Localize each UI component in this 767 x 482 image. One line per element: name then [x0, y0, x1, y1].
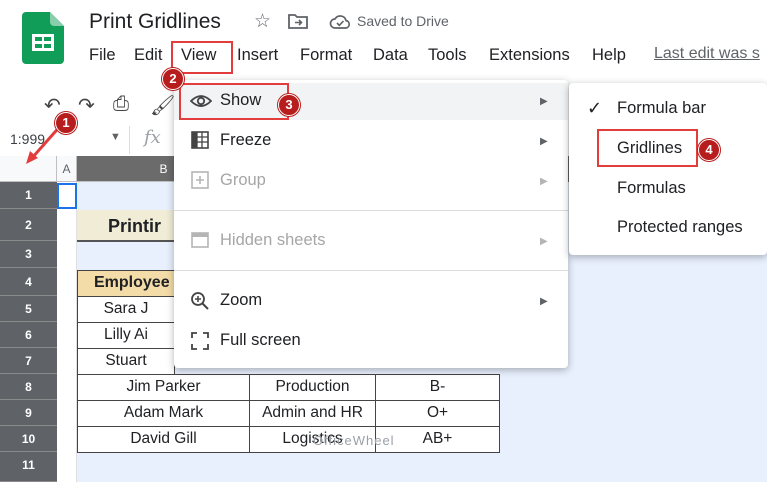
menu-edit[interactable]: Edit — [134, 46, 162, 65]
menu-item-freeze[interactable]: Freeze — [220, 131, 271, 150]
step-badge-1: 1 — [55, 112, 77, 134]
paint-format-icon[interactable]: 🖌 — [150, 93, 175, 118]
watermark: OfficeWheel — [313, 433, 395, 448]
row-header-7[interactable]: 7 — [0, 348, 57, 374]
redo-icon[interactable]: ↷ — [78, 93, 95, 118]
step-badge-4: 4 — [698, 139, 720, 161]
checkmark-icon: ✓ — [587, 98, 603, 118]
table-cell-name[interactable]: Stuart — [77, 348, 175, 375]
step-badge-3: 3 — [278, 94, 300, 116]
menu-extensions[interactable]: Extensions — [489, 46, 570, 65]
highlight-view-menu — [171, 41, 233, 74]
fx-icon: fx — [144, 127, 161, 148]
row-header-8[interactable]: 8 — [0, 374, 57, 400]
row-header-6[interactable]: 6 — [0, 322, 57, 348]
row-header-4[interactable]: 4 — [0, 268, 57, 296]
step-badge-2: 2 — [162, 68, 184, 90]
submenu-arrow-icon: ▶ — [540, 236, 548, 247]
menu-file[interactable]: File — [89, 46, 116, 65]
cloud-saved-icon — [329, 15, 350, 29]
row-header-11[interactable]: 11 — [0, 452, 57, 482]
print-icon[interactable]: ⎙ — [113, 93, 129, 116]
submenu-item-formulas[interactable]: Formulas — [617, 179, 686, 198]
row-header-2[interactable]: 2 — [0, 209, 57, 241]
table-cell-blood[interactable]: O+ — [375, 400, 500, 427]
menu-divider — [174, 210, 568, 211]
submenu-arrow-icon: ▶ — [540, 176, 548, 187]
menu-item-group: Group — [220, 171, 266, 189]
row-header-9[interactable]: 9 — [0, 400, 57, 426]
row-header-10[interactable]: 10 — [0, 426, 57, 452]
submenu-item-protected-ranges[interactable]: Protected ranges — [617, 218, 743, 237]
menu-data[interactable]: Data — [373, 46, 408, 65]
group-icon — [191, 171, 209, 189]
menu-item-full-screen[interactable]: Full screen — [220, 331, 301, 350]
hidden-sheets-icon — [191, 232, 209, 248]
menu-format[interactable]: Format — [300, 46, 352, 65]
row-header-3[interactable]: 3 — [0, 241, 57, 268]
submenu-arrow-icon: ▶ — [540, 96, 548, 107]
fullscreen-icon — [191, 332, 209, 350]
row-header-1[interactable]: 1 — [0, 182, 57, 209]
highlight-gridlines-item — [597, 129, 698, 167]
chevron-down-icon[interactable]: ▼ — [110, 131, 121, 143]
star-icon[interactable]: ☆ — [254, 10, 271, 33]
zoom-icon — [191, 292, 209, 310]
table-cell-name[interactable]: Jim Parker — [77, 374, 250, 401]
column-a-cells[interactable] — [57, 182, 77, 482]
submenu-item-formula-bar[interactable]: Formula bar — [617, 99, 706, 118]
table-cell-blood[interactable]: B- — [375, 374, 500, 401]
menu-insert[interactable]: Insert — [237, 46, 278, 65]
table-cell-name[interactable]: Lilly Ai — [77, 322, 175, 349]
last-edit-link[interactable]: Last edit was s — [654, 45, 760, 63]
submenu-arrow-icon: ▶ — [540, 296, 548, 307]
document-title[interactable]: Print Gridlines — [89, 10, 221, 34]
row-header-5[interactable]: 5 — [0, 296, 57, 322]
table-cell-dept[interactable]: Admin and HR — [249, 400, 376, 427]
table-cell-name[interactable]: David Gill — [77, 426, 250, 453]
freeze-icon — [191, 131, 209, 149]
save-status: Saved to Drive — [357, 13, 449, 29]
move-to-folder-icon[interactable] — [288, 13, 308, 29]
table-cell-name[interactable]: Sara J — [77, 296, 175, 323]
menu-item-zoom[interactable]: Zoom — [220, 291, 262, 310]
menu-tools[interactable]: Tools — [428, 46, 467, 65]
menu-item-hidden-sheets: Hidden sheets — [220, 231, 326, 249]
active-cell[interactable] — [57, 183, 77, 209]
google-sheets-logo[interactable] — [22, 12, 64, 64]
table-cell-dept[interactable]: Production — [249, 374, 376, 401]
table-cell-name[interactable]: Adam Mark — [77, 400, 250, 427]
menu-divider — [174, 270, 568, 271]
highlight-show-item — [179, 83, 289, 120]
sheet-title-cell[interactable]: Printir — [77, 210, 175, 242]
menu-help[interactable]: Help — [592, 46, 626, 65]
view-menu-dropdown — [174, 80, 568, 368]
submenu-arrow-icon: ▶ — [540, 136, 548, 147]
table-header-employee[interactable]: Employee — [77, 270, 175, 297]
